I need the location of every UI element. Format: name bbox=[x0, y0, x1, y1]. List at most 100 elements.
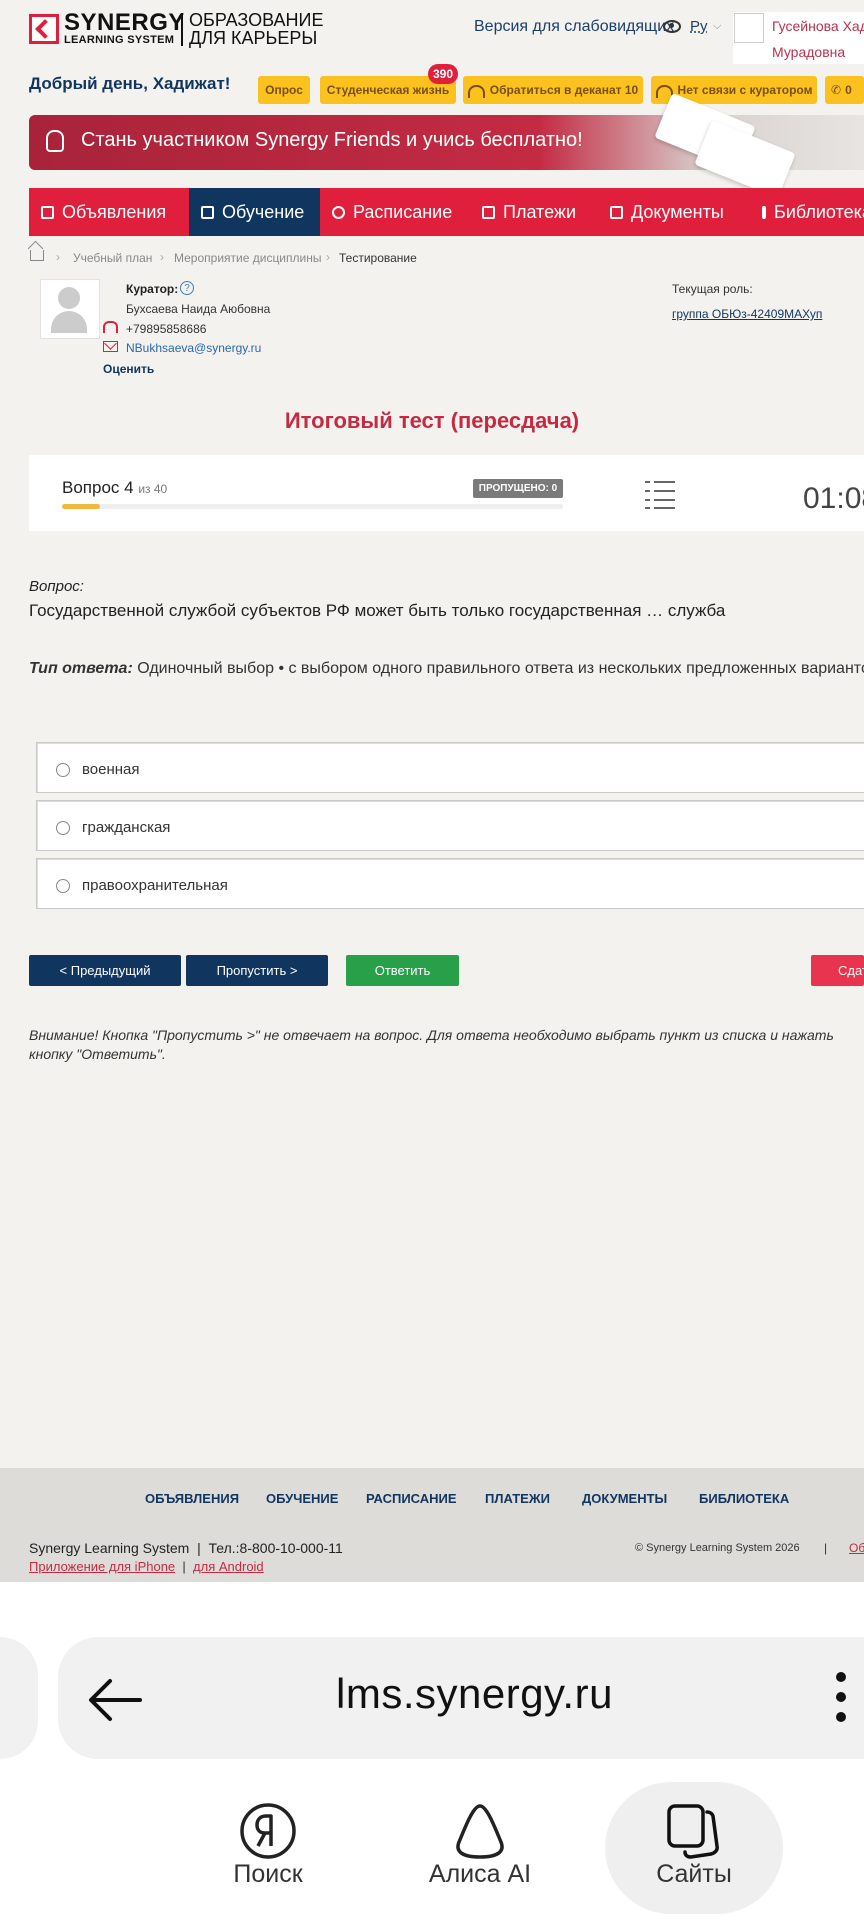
language-select[interactable]: Ру bbox=[690, 18, 708, 35]
breadcrumb-item[interactable]: Мероприятие дисциплины bbox=[174, 251, 321, 265]
dean-button[interactable]: Обратиться в деканат 10 bbox=[463, 76, 643, 104]
footer-link-library[interactable]: БИБЛИОТЕКА bbox=[699, 1491, 789, 1506]
nav-item-education[interactable]: Обучение bbox=[189, 188, 320, 236]
footer-separator: | bbox=[193, 1540, 205, 1556]
book-icon bbox=[762, 205, 766, 219]
footer-link-schedule[interactable]: РАСПИСАНИЕ bbox=[366, 1491, 457, 1506]
test-title: Итоговый тест (пересдача) bbox=[284, 408, 580, 433]
submit-button[interactable]: Сдать bbox=[811, 955, 864, 986]
sites-tab-label[interactable]: Сайты bbox=[644, 1860, 744, 1889]
answer-type-text: Одиночный выбор • с выбором одного прави… bbox=[132, 660, 864, 677]
footer-phone[interactable]: Тел.:8-800-10-000-11 bbox=[209, 1540, 343, 1556]
breadcrumb-item[interactable]: Учебный план bbox=[73, 251, 152, 265]
banner-text[interactable]: Стань участником Synergy Friends и учись… bbox=[81, 129, 583, 152]
home-icon[interactable] bbox=[30, 250, 44, 261]
megaphone-icon bbox=[41, 205, 54, 219]
radio-button[interactable] bbox=[56, 763, 70, 777]
back-arrow-icon[interactable] bbox=[88, 1678, 142, 1722]
yandex-icon[interactable] bbox=[239, 1802, 297, 1860]
answer-option-label[interactable]: гражданская bbox=[82, 819, 170, 836]
synergy-logo-icon[interactable] bbox=[29, 14, 59, 44]
alice-tab-label[interactable]: Алиса AI bbox=[420, 1860, 540, 1889]
alice-icon[interactable] bbox=[451, 1802, 509, 1860]
nav-item-documents[interactable]: Документы bbox=[598, 188, 750, 236]
footer-link-payments[interactable]: ПЛАТЕЖИ bbox=[485, 1491, 550, 1506]
nav-label: Документы bbox=[631, 201, 724, 222]
timer: 01:08 bbox=[803, 482, 864, 515]
answer-option-label[interactable]: правоохранительная bbox=[82, 877, 228, 894]
eye-icon[interactable] bbox=[663, 20, 681, 33]
warning-text: Внимание! Кнопка "Пропустить >" не отвеч… bbox=[29, 1027, 834, 1062]
app-iphone-link[interactable]: Приложение для iPhone bbox=[29, 1559, 175, 1574]
mail-icon bbox=[103, 341, 118, 352]
footer-policy-link[interactable]: Об bbox=[849, 1541, 864, 1555]
answer-type: Тип ответа: Одиночный выбор • с выбором … bbox=[29, 660, 864, 678]
url-text[interactable]: lms.synergy.ru bbox=[336, 1670, 613, 1718]
footer-brand: Synergy Learning System bbox=[29, 1540, 190, 1556]
footer-link-documents[interactable]: ДОКУМЕНТЫ bbox=[582, 1491, 667, 1506]
footer-separator: | bbox=[824, 1541, 828, 1555]
user-avatar[interactable] bbox=[734, 13, 764, 43]
footer-link-announcements[interactable]: ОБЪЯВЛЕНИЯ bbox=[145, 1491, 239, 1506]
nav-item-payments[interactable]: Платежи bbox=[470, 188, 598, 236]
payment-icon bbox=[482, 205, 495, 219]
accessibility-link[interactable]: Версия для слабовидящих bbox=[474, 18, 674, 36]
nav-item-announcements[interactable]: Объявления bbox=[29, 188, 189, 236]
nav-label: Обучение bbox=[222, 201, 305, 222]
radio-button[interactable] bbox=[56, 879, 70, 893]
app-android-link[interactable]: для Android bbox=[193, 1559, 264, 1574]
avatar-head bbox=[58, 287, 80, 309]
clock-icon bbox=[332, 205, 345, 219]
previous-tab-edge[interactable] bbox=[0, 1637, 38, 1759]
previous-button[interactable]: < Предыдущий bbox=[29, 955, 181, 986]
pointer-hand-icon bbox=[46, 130, 64, 152]
skip-button[interactable]: Пропустить > bbox=[186, 955, 328, 986]
more-count: 0 bbox=[845, 83, 852, 97]
footer-link-education[interactable]: ОБУЧЕНИЕ bbox=[266, 1491, 338, 1506]
nav-item-schedule[interactable]: Расписание bbox=[320, 188, 470, 236]
breadcrumb-separator: › bbox=[160, 250, 164, 264]
no-curator-label: Нет связи с куратором bbox=[677, 83, 813, 97]
survey-button[interactable]: Опрос bbox=[258, 76, 310, 104]
question-list-icon[interactable] bbox=[645, 481, 675, 509]
footer-separator: | bbox=[178, 1559, 190, 1574]
progress-bar bbox=[62, 504, 563, 509]
curator-label: Куратор: bbox=[126, 282, 179, 296]
question-total: из 40 bbox=[138, 482, 168, 496]
curator-phone[interactable]: +79895858686 bbox=[126, 322, 206, 336]
question-number: Вопрос 4 из 40 bbox=[62, 478, 167, 498]
radio-button[interactable] bbox=[56, 821, 70, 835]
logo-subtitle: LEARNING SYSTEM bbox=[64, 34, 175, 46]
logo-divider bbox=[181, 13, 183, 46]
curator-email[interactable]: NBukhsaeva@synergy.ru bbox=[126, 341, 261, 355]
tabs-icon[interactable] bbox=[665, 1802, 723, 1860]
more-notifications-button[interactable]: ✆ 0 bbox=[825, 76, 864, 104]
footer-brand-line: Synergy Learning System | Тел.:8-800-10-… bbox=[29, 1540, 343, 1556]
user-name-line-2[interactable]: Мурадовна bbox=[772, 44, 845, 60]
megaphone-icon: ✆ bbox=[831, 83, 842, 97]
rate-link[interactable]: Оценить bbox=[103, 362, 154, 376]
question-label: Вопрос 4 bbox=[62, 478, 134, 497]
skipped-badge: ПРОПУЩЕНО: 0 bbox=[473, 479, 563, 498]
answer-option-label[interactable]: военная bbox=[82, 761, 140, 778]
nav-item-library[interactable]: Библиотека bbox=[750, 188, 864, 236]
nav-label: Расписание bbox=[353, 201, 453, 222]
answer-button[interactable]: Ответить bbox=[346, 955, 459, 986]
help-icon[interactable]: ? bbox=[180, 281, 194, 295]
greeting: Добрый день, Хадижат! bbox=[29, 74, 231, 93]
dean-button-label: Обратиться в деканат 10 bbox=[489, 83, 639, 97]
chevron-down-icon[interactable]: ⌵ bbox=[713, 20, 721, 33]
breadcrumb-separator: › bbox=[56, 250, 60, 264]
nav-label: Библиотека bbox=[774, 201, 864, 222]
user-name-line-1[interactable]: Гусейнова Хадижат bbox=[772, 18, 864, 34]
answer-option[interactable] bbox=[36, 742, 864, 793]
question-caption: Вопрос: bbox=[29, 578, 84, 595]
question-text: Государственной службой субъектов РФ мож… bbox=[29, 601, 726, 620]
logo-title[interactable]: SYNERGY bbox=[64, 11, 185, 35]
nav-label: Объявления bbox=[62, 201, 167, 222]
headset-icon bbox=[103, 321, 118, 333]
breadcrumb-current: Тестирование bbox=[339, 251, 417, 265]
footer-app-links: Приложение для iPhone | для Android bbox=[29, 1559, 264, 1574]
role-value[interactable]: группа ОБЮз-42409МАХуп bbox=[672, 307, 822, 321]
search-tab-label[interactable]: Поиск bbox=[218, 1860, 318, 1889]
